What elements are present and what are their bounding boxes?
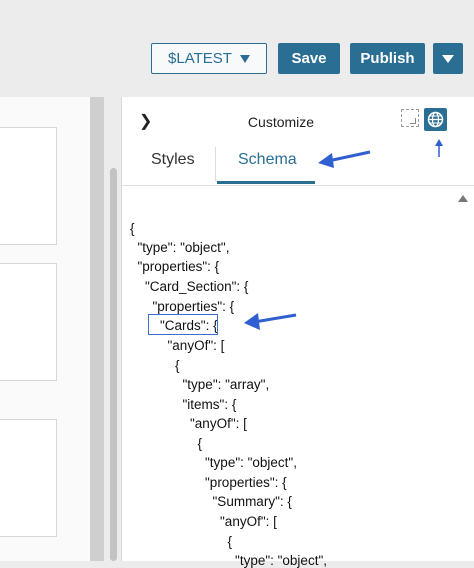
tab-separator — [215, 147, 216, 181]
tab-schema[interactable]: Schema — [238, 151, 297, 169]
schema-line: "properties": { — [130, 475, 287, 490]
schema-line: "type": "object", — [130, 455, 297, 470]
schema-line: "anyOf": [ — [130, 416, 247, 431]
globe-icon[interactable] — [424, 108, 447, 131]
schema-line: "type": "object", — [130, 240, 230, 255]
canvas-card[interactable] — [0, 127, 57, 245]
schema-line: "items": { — [130, 397, 237, 412]
schema-line: "anyOf": [ — [130, 338, 225, 353]
tab-styles[interactable]: Styles — [151, 151, 195, 169]
version-label: $LATEST — [168, 50, 232, 67]
schema-line: "properties": { — [130, 259, 220, 274]
schema-line: "anyOf": [ — [130, 514, 277, 529]
canvas-card[interactable] — [0, 419, 57, 537]
schema-line: { — [130, 436, 203, 451]
design-canvas — [0, 97, 90, 561]
publish-button[interactable]: Publish — [350, 43, 425, 74]
schema-tab-arrow-icon — [318, 150, 371, 168]
schema-line: { — [130, 221, 135, 236]
cards-arrow-icon — [244, 313, 297, 330]
globe-arrow-icon — [435, 139, 443, 157]
top-toolbar: $LATEST Save Publish — [0, 0, 474, 97]
schema-line: { — [130, 534, 233, 549]
schema-editor[interactable]: { "type": "object", "properties": { "Car… — [130, 221, 455, 568]
cards-highlight-box — [148, 314, 218, 335]
panel-tabs: Styles Schema — [122, 143, 474, 186]
publish-options-button[interactable] — [433, 43, 463, 74]
canvas-scrollbar[interactable] — [110, 168, 117, 561]
active-tab-indicator — [217, 181, 315, 184]
schema-line: "Summary": { — [130, 494, 292, 509]
save-button[interactable]: Save — [278, 43, 340, 74]
scroll-up-icon[interactable] — [458, 195, 468, 202]
schema-line: "Card_Section": { — [130, 279, 249, 294]
version-dropdown[interactable]: $LATEST — [151, 43, 267, 74]
panel-title: Customize — [247, 114, 315, 130]
schema-line: "type": "array", — [130, 377, 270, 392]
schema-scrollbar[interactable] — [456, 195, 470, 561]
panel-header: ❯ Customize — [122, 97, 474, 139]
canvas-card[interactable] — [0, 263, 57, 381]
schema-line: "properties": { — [130, 299, 235, 314]
schema-line: { — [130, 358, 180, 373]
panel-divider[interactable] — [90, 97, 104, 561]
select-area-icon[interactable] — [401, 109, 419, 127]
chevron-down-icon — [239, 54, 250, 63]
chevron-down-icon — [442, 54, 454, 63]
